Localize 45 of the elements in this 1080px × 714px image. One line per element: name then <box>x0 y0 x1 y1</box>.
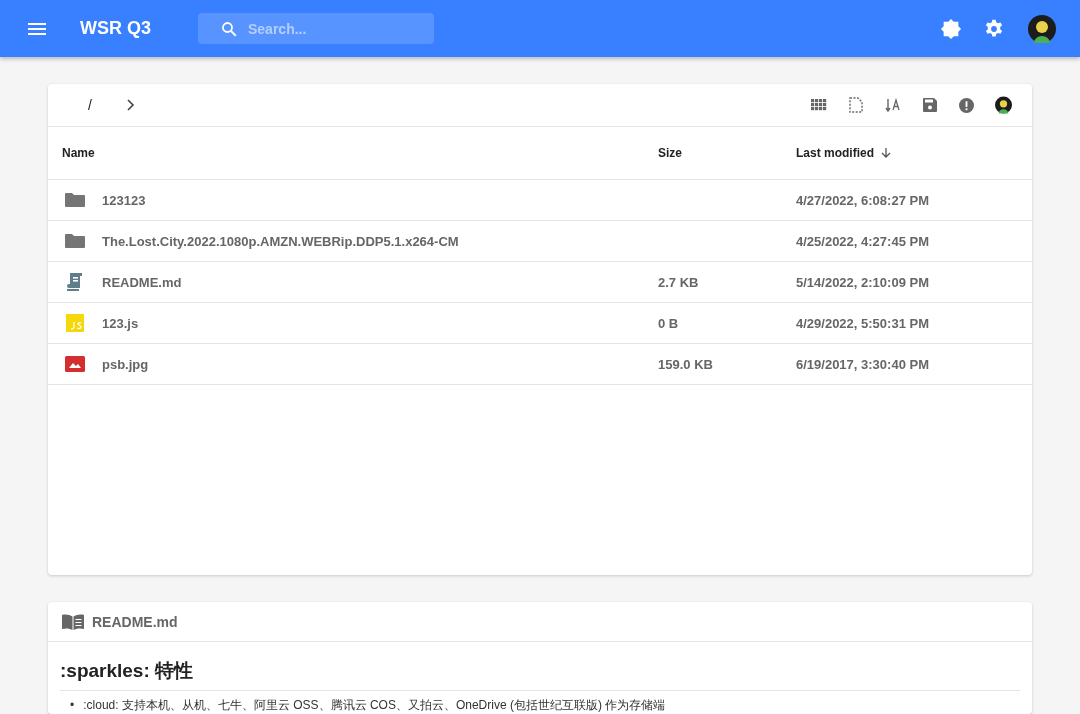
arrow-down-icon <box>880 147 892 159</box>
folder-icon <box>64 192 86 208</box>
save-icon <box>922 98 937 112</box>
column-header[interactable]: Name <box>62 146 95 160</box>
alert-icon <box>959 97 974 113</box>
bullet: • <box>70 698 75 712</box>
file-row[interactable]: 123123 4/27/2022, 6:08:27 PM <box>48 180 1032 221</box>
list-item-text: :cloud: 支持本机、从机、七牛、阿里云 OSS、腾讯云 COS、又拍云、OneDrive (包括世纪互联版) 作为存储端 <box>83 698 666 712</box>
file-name: 123123 <box>102 192 146 208</box>
book-icon <box>62 613 84 630</box>
file-size: 159.0 KB <box>658 356 713 372</box>
modified-date: 4/27/2022, 6:08:27 PM <box>796 192 929 208</box>
section-heading: :sparkles: 特性 <box>60 642 1020 691</box>
file-row[interactable]: The.Lost.City.2022.1080p.AMZN.WEBRip.DDP5.1.x264-CM 4/25/2022, 4:27:45 PM <box>48 221 1032 262</box>
modified-date: 4/25/2022, 4:27:45 PM <box>796 233 929 249</box>
file-name: The.Lost.City.2022.1080p.AMZN.WEBRip.DDP5.1.x264-CM <box>102 233 459 249</box>
file-size: 2.7 KB <box>658 274 699 290</box>
grid-icon <box>810 99 827 111</box>
brightness-icon <box>940 17 962 40</box>
settings-icon <box>984 18 1004 39</box>
file-row[interactable]: psb.jpg 159.0 KB 6/19/2017, 3:30:40 PM <box>48 344 1032 385</box>
column-header[interactable]: Last modified <box>796 146 874 160</box>
file-size: 0 B <box>658 315 679 331</box>
sort-icon <box>884 98 901 112</box>
avatar-icon <box>1028 14 1056 43</box>
file-name: psb.jpg <box>102 356 149 372</box>
app-title: WSR Q3 <box>80 18 152 39</box>
modified-date: 4/29/2022, 5:50:31 PM <box>796 315 929 331</box>
readme-title: README.md <box>92 613 178 630</box>
menu-icon <box>28 21 46 36</box>
modified-date: 6/19/2017, 3:30:40 PM <box>796 356 929 372</box>
js-file-icon <box>64 314 86 332</box>
chevron-right-icon <box>125 99 136 111</box>
file-name: README.md <box>102 274 182 290</box>
column-header[interactable]: Size <box>658 146 682 160</box>
image-file-icon <box>64 356 86 372</box>
avatar-icon <box>995 94 1012 116</box>
search-icon <box>220 19 238 38</box>
document-icon <box>848 97 863 113</box>
file-row[interactable]: README.md 2.7 KB 5/14/2022, 2:10:09 PM <box>48 262 1032 303</box>
folder-icon <box>64 233 86 249</box>
file-row[interactable]: 123.js 0 B 4/29/2022, 5:50:31 PM <box>48 303 1032 344</box>
modified-date: 5/14/2022, 2:10:09 PM <box>796 274 929 290</box>
breadcrumb-link[interactable]: / <box>84 97 96 113</box>
file-name: 123.js <box>102 315 139 331</box>
